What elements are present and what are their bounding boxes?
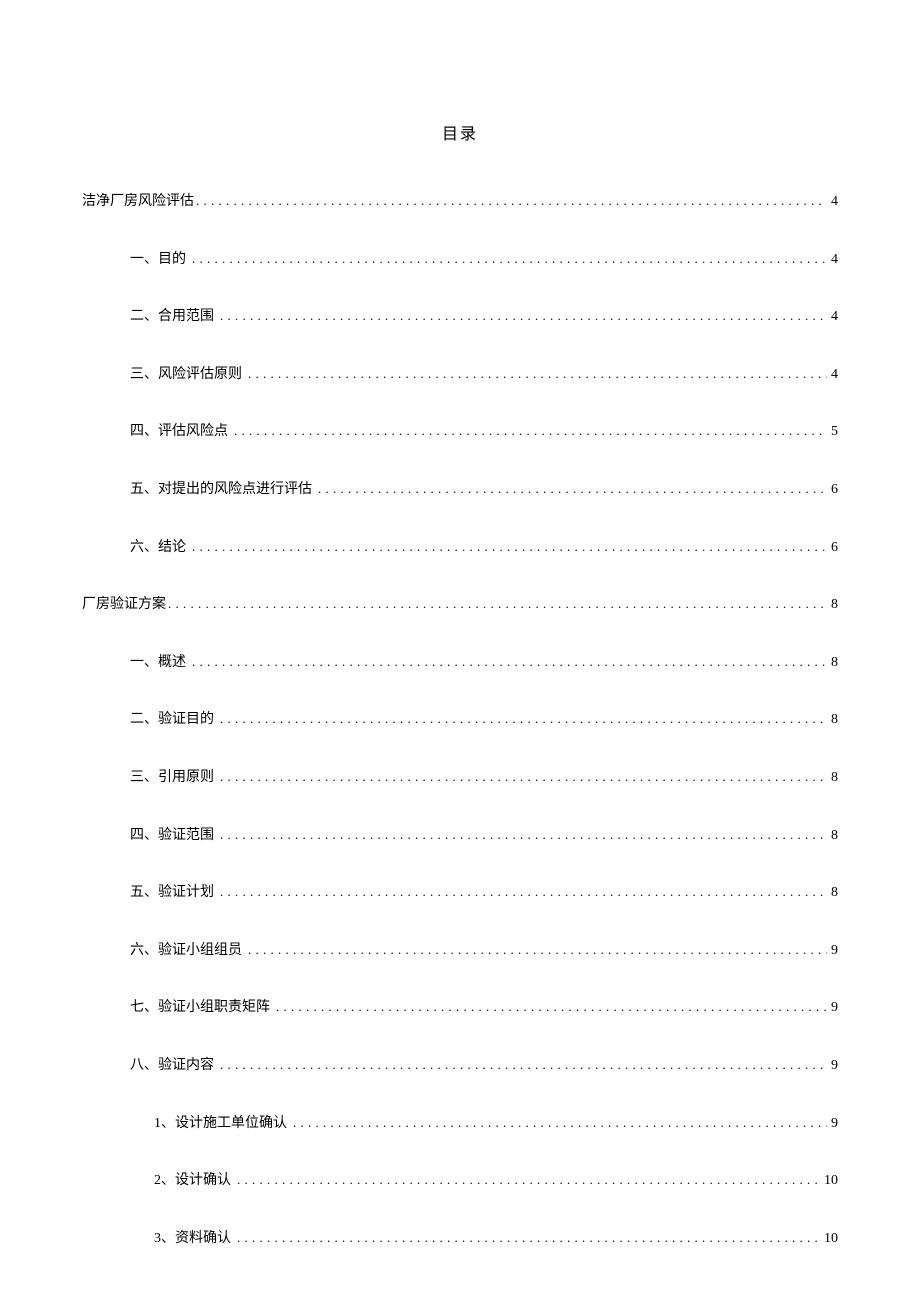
toc-entry-page: 9 [829,941,838,961]
toc-entry-label: 三、风险评估原则 [130,365,246,385]
toc-entry-leader [291,1114,829,1132]
toc-entry-page: 8 [829,826,838,846]
toc-entry-page: 5 [829,422,838,442]
toc-entry-page: 9 [829,1056,838,1076]
toc-entry-leader [190,538,829,556]
toc-entry-page: 9 [829,998,838,1018]
toc-entry-page: 4 [829,192,838,212]
toc-entry: 二、验证目的 8 [82,710,838,730]
toc-entry: 洁净厂房风险评估 4 [82,192,838,212]
toc-entry-label: 2、设计确认 [154,1171,235,1191]
toc-entry-label: 3、资料确认 [154,1229,235,1249]
toc-entry-label: 厂房验证方案 [82,595,166,615]
toc-entry-label: 三、引用原则 [130,768,218,788]
toc-entry-page: 8 [829,883,838,903]
toc-entry-leader [194,192,829,210]
toc-entry-page: 4 [829,307,838,327]
toc-entry-page: 8 [829,768,838,788]
toc-entry-leader [190,653,829,671]
toc-entry: 六、验证小组组员 9 [82,941,838,961]
toc-entry-label: 二、合用范围 [130,307,218,327]
toc-entry: 1、设计施工单位确认 9 [82,1114,838,1134]
toc-entry-label: 四、验证范围 [130,826,218,846]
toc-entry-label: 五、对提出的风险点进行评估 [130,480,316,500]
toc-entry-leader [235,1229,822,1247]
toc-entry-leader [218,307,829,325]
toc-entry: 3、资料确认 10 [82,1229,838,1249]
toc-entry-label: 四、评估风险点 [130,422,232,442]
toc-entry: 二、合用范围 4 [82,307,838,327]
toc-entry: 三、风险评估原则 4 [82,365,838,385]
toc-entry-label: 一、目的 [130,250,190,270]
toc-entry-page: 10 [822,1171,838,1191]
toc-entry-leader [218,768,829,786]
toc-entry-leader [246,941,829,959]
toc-entry: 一、目的 4 [82,250,838,270]
toc-entry: 2、设计确认 10 [82,1171,838,1191]
toc-entry-label: 八、验证内容 [130,1056,218,1076]
toc-entry: 五、对提出的风险点进行评估 6 [82,480,838,500]
toc-title: 目录 [82,120,838,144]
toc-entry-page: 8 [829,653,838,673]
toc-entry-leader [316,480,829,498]
toc-container: 洁净厂房风险评估 4 一、目的 4 二、合用范围 4 三、风险评估原则 4 四、评估风险点 5 五、… [82,192,838,1248]
toc-entry: 八、验证内容 9 [82,1056,838,1076]
toc-entry-page: 8 [829,595,838,615]
toc-entry-leader [218,883,829,901]
toc-entry: 七、验证小组职责矩阵 9 [82,998,838,1018]
toc-entry-label: 洁净厂房风险评估 [82,192,194,212]
toc-entry-label: 七、验证小组职责矩阵 [130,998,274,1018]
toc-entry-leader [218,826,829,844]
toc-entry-page: 10 [822,1229,838,1249]
toc-entry: 四、验证范围 8 [82,826,838,846]
toc-entry: 厂房验证方案 8 [82,595,838,615]
toc-entry-page: 9 [829,1114,838,1134]
toc-entry-label: 1、设计施工单位确认 [154,1114,291,1134]
toc-entry: 一、概述 8 [82,653,838,673]
toc-entry-leader [235,1171,822,1189]
toc-entry-leader [274,998,829,1016]
toc-entry-leader [218,710,829,728]
toc-entry: 四、评估风险点 5 [82,422,838,442]
toc-entry-label: 六、验证小组组员 [130,941,246,961]
toc-entry-page: 4 [829,365,838,385]
toc-entry-label: 一、概述 [130,653,190,673]
toc-entry-page: 4 [829,250,838,270]
toc-entry-leader [246,365,829,383]
toc-entry-leader [218,1056,829,1074]
toc-entry-leader [190,250,829,268]
toc-entry: 五、验证计划 8 [82,883,838,903]
toc-entry-label: 六、结论 [130,538,190,558]
toc-entry-page: 6 [829,480,838,500]
toc-entry-page: 8 [829,710,838,730]
toc-entry: 六、结论 6 [82,538,838,558]
toc-entry-leader [166,595,829,613]
toc-entry-page: 6 [829,538,838,558]
toc-entry-label: 二、验证目的 [130,710,218,730]
toc-entry: 三、引用原则 8 [82,768,838,788]
toc-entry-label: 五、验证计划 [130,883,218,903]
toc-entry-leader [232,422,829,440]
